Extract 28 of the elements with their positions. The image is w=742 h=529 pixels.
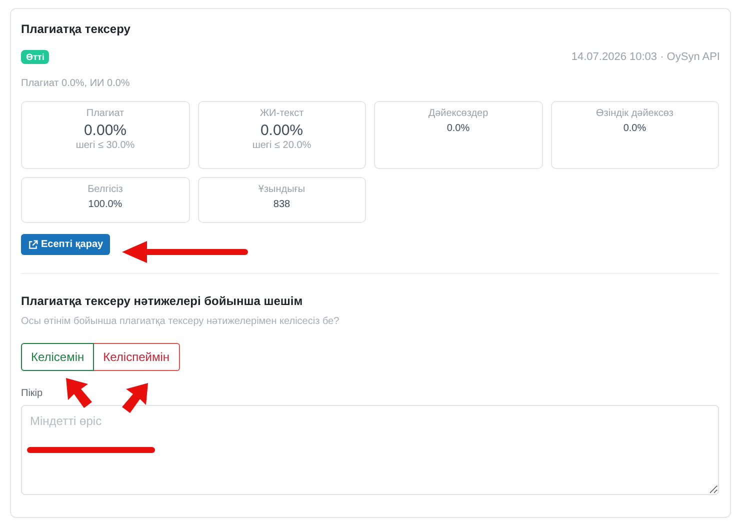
stat-value: 0.0% — [623, 123, 646, 134]
stat-limit: шегі ≤ 30.0% — [76, 140, 135, 151]
stat-value: 0.00% — [260, 122, 304, 139]
stat-value: 100.0% — [88, 199, 122, 210]
section-title: Плагиатқа тексеру нәтижелері бойынша шешім — [21, 294, 304, 308]
summary-text: Плагиат 0.0%, ИИ 0.0% — [21, 78, 131, 89]
annotation-cursor-icon — [122, 383, 148, 413]
stat-label: Плагиат — [86, 108, 124, 119]
view-report-button[interactable]: Есепті қарау — [21, 234, 110, 255]
question-text: Осы өтінім бойынша плагиатқа тексеру нәтижелерімен келісесіз бе? — [21, 316, 340, 327]
decision-option[interactable]: Келісемін — [21, 343, 94, 371]
stat-label: Өзіндік дәйексөз — [596, 108, 674, 119]
stat-value: 0.00% — [84, 122, 127, 139]
card-title: Плагиатқа тексеру — [21, 22, 132, 36]
check-meta: 14.07.2026 10:03 · OySyn API — [571, 51, 720, 63]
stat-label: Дәйексөздер — [428, 108, 488, 119]
decision-option[interactable]: Келіспеймін — [94, 343, 180, 371]
comment-label: Пікір — [21, 388, 44, 399]
stat-label: Ұзындығы — [258, 184, 306, 195]
stat-value: 0.0% — [446, 123, 470, 134]
stat-limit: шегі ≤ 20.0% — [252, 140, 312, 151]
status-badge: Өтті — [21, 50, 50, 64]
annotation-cursor-icon — [66, 378, 92, 408]
external-link-icon — [28, 240, 38, 250]
stat-label: Белгісіз — [88, 184, 123, 195]
stat-label: ЖИ-текст — [260, 108, 304, 119]
comment-field[interactable]: Міндетті өріс — [21, 405, 719, 495]
stat-value: 838 — [273, 199, 290, 210]
